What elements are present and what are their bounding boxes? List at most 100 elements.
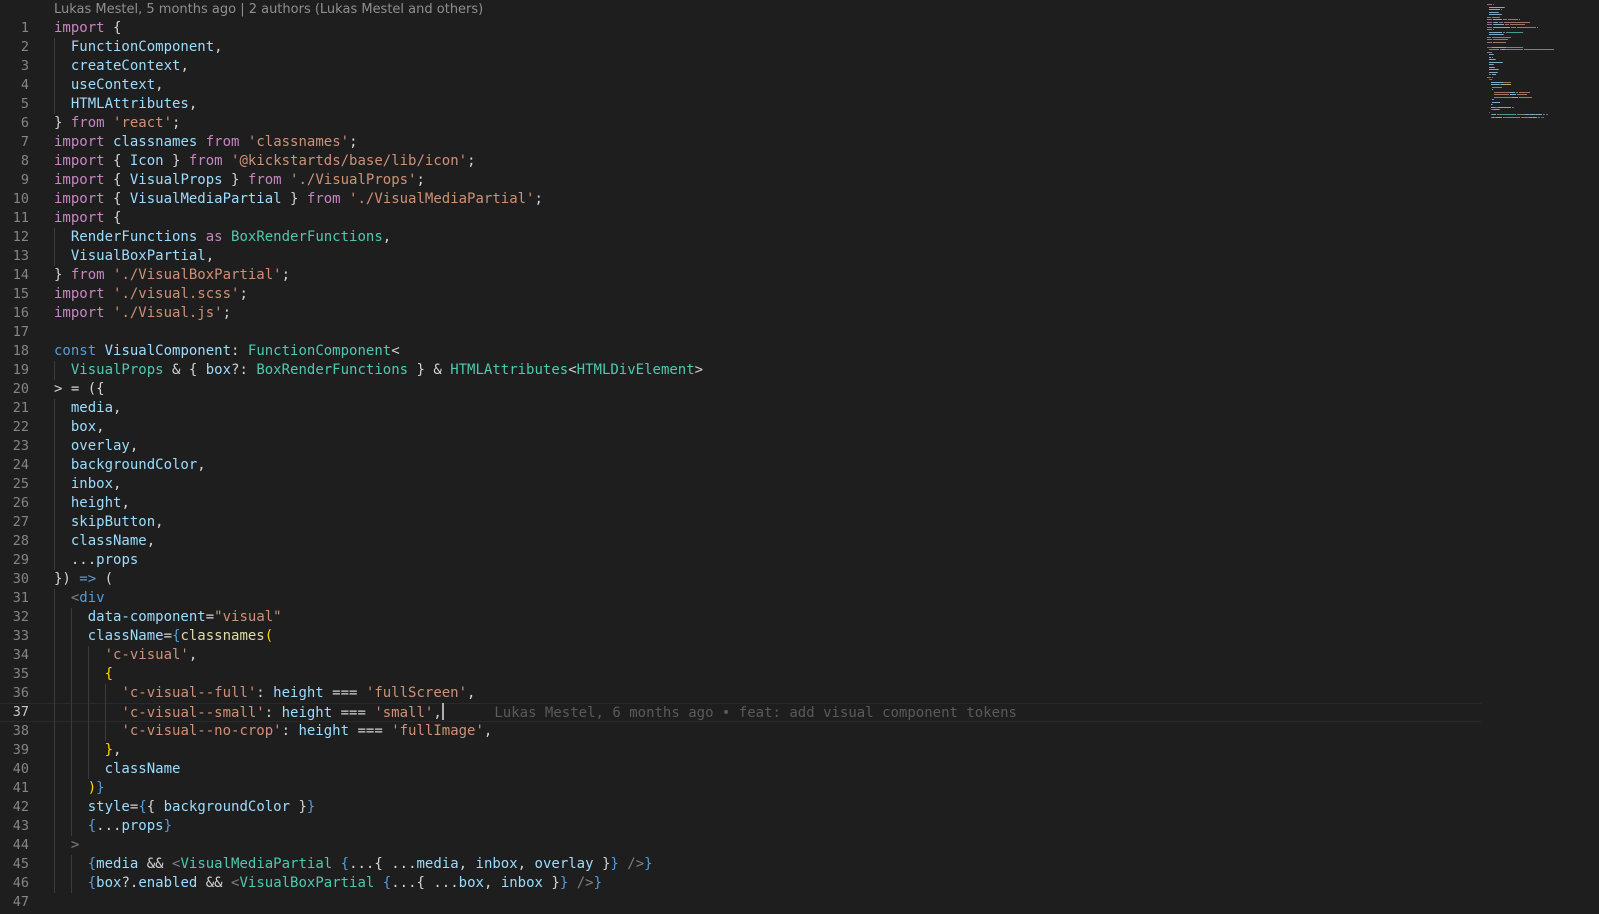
code-line[interactable]: 32 data-component="visual" [0, 608, 1481, 627]
code-line[interactable]: 8 import { Icon } from '@kickstartds/base… [0, 152, 1481, 171]
minimap-line [1494, 66, 1496, 68]
code-line[interactable]: 12 RenderFunctions as BoxRenderFunctions… [0, 228, 1481, 247]
code-token: & { [163, 362, 206, 378]
code-text: VisualProps & { box?: BoxRenderFunctions… [54, 361, 703, 380]
code-line[interactable]: 20 > = ({ [0, 380, 1481, 399]
code-line[interactable]: 27 skipButton, [0, 513, 1481, 532]
code-token: , [483, 723, 493, 739]
code-line[interactable]: 14} from './VisualBoxPartial'; [0, 266, 1481, 285]
code-line[interactable]: 24 backgroundColor, [0, 456, 1481, 475]
line-number: 16 [12, 305, 29, 321]
code-line[interactable]: 1 import { [0, 19, 1481, 38]
code-token: { [340, 856, 350, 872]
code-line[interactable]: 3 createContext, [0, 57, 1481, 76]
code-line[interactable]: 36 'c-visual--full': height === 'fullScr… [0, 684, 1481, 703]
code-token: overlay [534, 856, 594, 872]
code-line[interactable]: 28 className, [0, 532, 1481, 551]
code-text: data-component="visual" [54, 608, 282, 627]
code-text: <div [54, 589, 105, 608]
code-line[interactable]: 41 )} [0, 779, 1481, 798]
code-line[interactable]: 19 VisualProps & { box?: BoxRenderFuncti… [0, 361, 1481, 380]
code-token: from [205, 134, 240, 150]
code-line[interactable]: 10 import { VisualMediaPartial } from './… [0, 190, 1481, 209]
minimap-line [1500, 84, 1510, 85]
inline-blame-annotation[interactable]: Lukas Mestel, 6 months ago • feat: add v… [444, 705, 1017, 721]
code-line[interactable]: 21 media, [0, 399, 1481, 418]
code-line[interactable]: 25 inbox, [0, 475, 1481, 494]
code-text: backgroundColor, [54, 456, 206, 475]
code-token: import [54, 191, 105, 207]
code-line[interactable]: 17 [0, 323, 1481, 342]
code-line[interactable]: 29 ...props [0, 551, 1481, 570]
minimap-line [1493, 64, 1495, 65]
code-line[interactable]: 45 {media && <VisualMediaPartial {...{ .… [0, 855, 1481, 874]
code-line[interactable]: 11 import { [0, 209, 1481, 228]
minimap[interactable] [1481, 0, 1599, 914]
line-number: 4 [20, 77, 29, 93]
code-token: from [306, 191, 341, 207]
code-line[interactable]: 46 {box?.enabled && <VisualBoxPartial {.… [0, 874, 1481, 893]
code-line[interactable]: 47 [0, 893, 1481, 912]
code-text: import { Icon } from '@kickstartds/base/… [54, 152, 476, 171]
code-line[interactable]: 6} from 'react'; [0, 114, 1481, 133]
code-line[interactable]: 39 }, [0, 741, 1481, 760]
code-line[interactable]: 30}) => ( [0, 570, 1481, 589]
line-number: 13 [12, 248, 29, 264]
code-token: = [205, 609, 215, 625]
code-line[interactable]: 9 import { VisualProps } from './VisualPr… [0, 171, 1481, 190]
minimap-line [1506, 49, 1523, 50]
code-token: const [54, 343, 97, 359]
line-number: 42 [12, 799, 29, 815]
code-line[interactable]: 15 import './visual.scss'; [0, 285, 1481, 304]
git-blame-header[interactable]: Lukas Mestel, 5 months ago | 2 authors (… [54, 2, 483, 17]
code-token: } [306, 799, 316, 815]
minimap-line [1488, 34, 1504, 35]
minimap-line [1535, 114, 1542, 115]
code-line[interactable]: 18 const VisualComponent: FunctionCompone… [0, 342, 1481, 361]
code-line[interactable]: 37 'c-visual--small': height === 'small'… [0, 703, 1481, 722]
code-token: } [54, 115, 71, 131]
minimap-line [1488, 11, 1498, 13]
code-line[interactable]: 4 useContext, [0, 76, 1481, 95]
code-line[interactable]: 44 > [0, 836, 1481, 855]
code-line[interactable]: 42 style={{ backgroundColor }} [0, 798, 1481, 817]
code-area[interactable]: 1 import {2 FunctionComponent, 3 createCon… [0, 19, 1481, 912]
code-line[interactable]: 35 { [0, 665, 1481, 684]
code-line[interactable]: 40 className [0, 760, 1481, 779]
code-line[interactable]: 5 HTMLAttributes, [0, 95, 1481, 114]
code-token: , [197, 457, 206, 473]
line-number: 23 [12, 438, 29, 454]
code-token: FunctionComponent [247, 343, 392, 359]
code-token: && [197, 875, 232, 891]
code-token: box [458, 875, 484, 891]
minimap-line [1510, 36, 1512, 38]
minimap-line [1487, 16, 1492, 18]
code-line[interactable]: 16 import './Visual.js'; [0, 304, 1481, 323]
code-line[interactable]: 22 box, [0, 418, 1481, 437]
code-token: import [54, 172, 105, 188]
code-line[interactable]: 33 className={classnames( [0, 627, 1481, 646]
code-editor[interactable]: Lukas Mestel, 5 months ago | 2 authors (… [0, 0, 1481, 914]
code-line[interactable]: 26 height, [0, 494, 1481, 513]
minimap-line [1488, 111, 1490, 113]
code-token: './VisualBoxPartial' [113, 267, 282, 283]
code-line[interactable]: 31 <div [0, 589, 1481, 608]
code-line[interactable]: 13 VisualBoxPartial, [0, 247, 1481, 266]
code-line[interactable]: 2 FunctionComponent, [0, 38, 1481, 57]
code-line[interactable]: 34 'c-visual', [0, 646, 1481, 665]
code-token: VisualBoxPartial [239, 875, 375, 891]
line-number: 6 [20, 115, 29, 131]
minimap-line [1503, 19, 1507, 20]
code-line[interactable]: 38 'c-visual--no-crop': height === 'full… [0, 722, 1481, 741]
code-line[interactable]: 7 import classnames from 'classnames'; [0, 133, 1481, 152]
code-token: VisualProps [129, 172, 223, 188]
code-line[interactable]: 43 {...props} [0, 817, 1481, 836]
code-line[interactable]: 23 overlay, [0, 437, 1481, 456]
